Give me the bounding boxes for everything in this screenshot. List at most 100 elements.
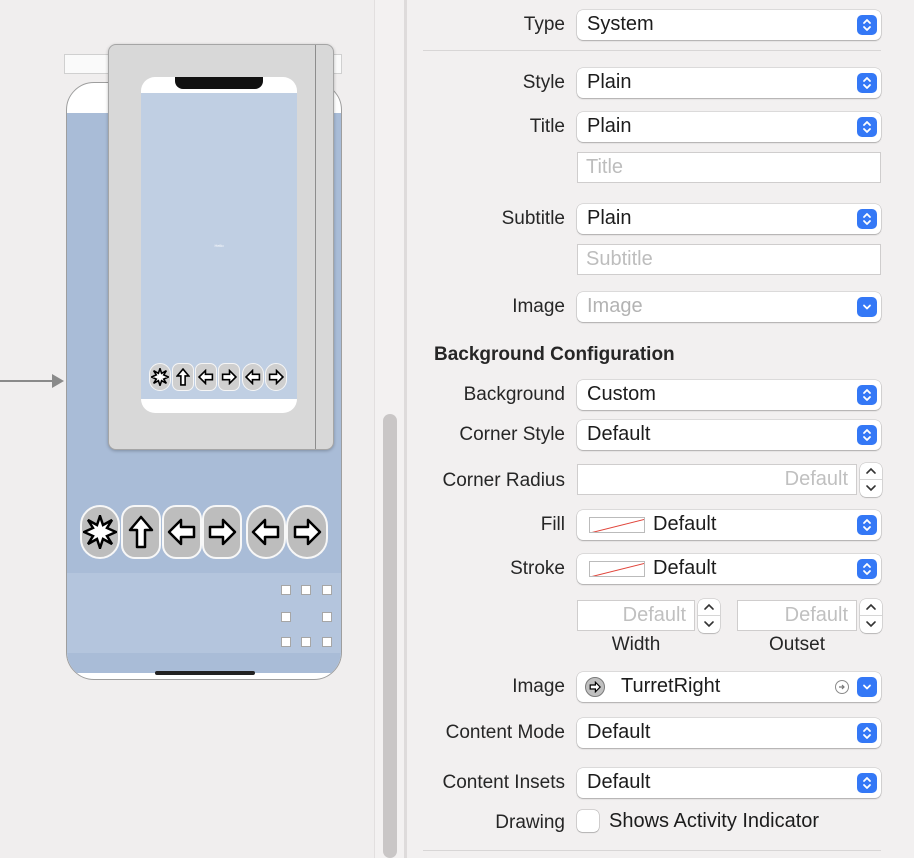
subtitle-input[interactable] xyxy=(578,245,880,274)
shows-activity-indicator-label[interactable]: Shows Activity Indicator xyxy=(609,810,819,833)
popup-arrows-icon xyxy=(857,209,877,229)
arrow-right-icon xyxy=(221,369,237,385)
arrow-left-icon xyxy=(198,369,214,385)
move-left-button[interactable] xyxy=(162,505,202,559)
turret-left-icon xyxy=(245,369,261,385)
type-label: Type xyxy=(523,14,565,35)
selection-handle[interactable] xyxy=(281,612,291,622)
chevron-up-icon[interactable] xyxy=(865,467,877,475)
fire-button[interactable] xyxy=(80,505,120,559)
turret-right-button[interactable] xyxy=(286,505,328,559)
popup-arrows-icon xyxy=(857,15,877,35)
popup-arrows-icon xyxy=(857,515,877,535)
style-label: Style xyxy=(522,72,565,93)
title-input[interactable] xyxy=(578,153,880,182)
type-popup[interactable]: System xyxy=(577,10,881,40)
stroke-width-input[interactable] xyxy=(578,601,694,630)
corner-radius-field[interactable] xyxy=(577,464,857,495)
content-mode-popup[interactable]: Default xyxy=(577,718,881,748)
background-popup[interactable]: Custom xyxy=(577,380,881,410)
corner-style-popup[interactable]: Default xyxy=(577,420,881,450)
move-right-button[interactable] xyxy=(202,505,242,559)
chevron-down-icon[interactable] xyxy=(703,620,715,628)
preview-turret-right-button xyxy=(265,363,287,391)
content-mode-label: Content Mode xyxy=(445,722,565,743)
corner-radius-stepper[interactable] xyxy=(860,463,882,497)
storyboard-canvas[interactable]: Hello xyxy=(0,0,407,858)
background-value: Custom xyxy=(587,383,656,405)
preview-up-button xyxy=(172,363,194,391)
preview-edge xyxy=(315,45,316,449)
content-insets-popup[interactable]: Default xyxy=(577,768,881,798)
chevron-down-icon[interactable] xyxy=(865,484,877,492)
stroke-color-popup[interactable]: Default xyxy=(577,554,881,584)
background-image-value: TurretRight xyxy=(621,675,721,697)
arrow-head-icon xyxy=(52,374,64,388)
stroke-outset-field[interactable] xyxy=(737,600,857,631)
selection-handle[interactable] xyxy=(301,637,311,647)
title-style-popup[interactable]: Plain xyxy=(577,112,881,142)
burst-icon xyxy=(151,368,169,386)
popup-arrows-icon xyxy=(857,773,877,793)
turret-left-icon xyxy=(251,518,280,546)
stroke-label: Stroke xyxy=(510,558,565,579)
selection-handle[interactable] xyxy=(281,637,291,647)
popup-arrows-icon xyxy=(857,425,877,445)
selection-handle[interactable] xyxy=(322,637,332,647)
preview-left-button xyxy=(195,363,217,391)
popup-arrows-icon xyxy=(857,723,877,743)
content-insets-label: Content Insets xyxy=(442,772,565,793)
chevron-down-icon[interactable] xyxy=(857,297,877,317)
style-popup[interactable]: Plain xyxy=(577,68,881,98)
content-insets-value: Default xyxy=(587,771,651,793)
attributes-inspector: Type System Style Plain Title Plain Subt… xyxy=(407,0,914,858)
popup-arrows-icon xyxy=(857,385,877,405)
canvas-scrollbar-thumb[interactable] xyxy=(383,414,397,858)
arrow-up-icon xyxy=(128,515,154,549)
stroke-outset-label: Outset xyxy=(769,634,825,655)
background-configuration-header: Background Configuration xyxy=(434,344,675,365)
turret-right-icon xyxy=(268,369,284,385)
drawing-label: Drawing xyxy=(495,812,565,833)
stroke-width-field[interactable] xyxy=(577,600,695,631)
subtitle-field[interactable] xyxy=(577,244,881,275)
content-mode-value: Default xyxy=(587,721,651,743)
subtitle-style-popup[interactable]: Plain xyxy=(577,204,881,234)
popup-arrows-icon xyxy=(857,559,877,579)
image-combo[interactable]: Image xyxy=(577,292,881,322)
stroke-outset-input[interactable] xyxy=(738,601,856,630)
chevron-down-icon[interactable] xyxy=(857,677,877,697)
selection-handle[interactable] xyxy=(301,585,311,595)
image-label: Image xyxy=(512,296,565,317)
turret-left-button[interactable] xyxy=(246,505,286,559)
popup-arrows-icon xyxy=(857,117,877,137)
corner-radius-label: Corner Radius xyxy=(442,470,566,491)
corner-radius-input[interactable] xyxy=(578,465,856,494)
fill-color-popup[interactable]: Default xyxy=(577,510,881,540)
chevron-up-icon[interactable] xyxy=(703,603,715,611)
style-value: Plain xyxy=(587,71,632,93)
initial-view-controller-arrow xyxy=(0,380,60,382)
move-up-button[interactable] xyxy=(121,505,161,559)
title-field[interactable] xyxy=(577,152,881,183)
chevron-up-icon[interactable] xyxy=(865,603,877,611)
background-image-combo[interactable]: TurretRight xyxy=(577,672,881,702)
home-indicator xyxy=(155,671,255,675)
selection-handle[interactable] xyxy=(281,585,291,595)
preview-label: Hello xyxy=(214,243,224,248)
turret-right-thumbnail-icon xyxy=(585,677,605,697)
preview-turret-left-button xyxy=(242,363,264,391)
chevron-down-icon[interactable] xyxy=(865,620,877,628)
shows-activity-indicator-checkbox[interactable] xyxy=(577,810,599,832)
separator xyxy=(423,50,881,51)
subtitle-style-value: Plain xyxy=(587,207,632,229)
selection-handle[interactable] xyxy=(322,612,332,622)
go-to-asset-icon[interactable] xyxy=(835,680,849,694)
arrow-up-icon xyxy=(176,368,190,386)
stroke-outset-stepper[interactable] xyxy=(860,599,882,633)
selection-handle[interactable] xyxy=(322,585,332,595)
image-placeholder: Image xyxy=(587,295,643,317)
fill-value: Default xyxy=(653,513,717,535)
stroke-width-stepper[interactable] xyxy=(698,599,720,633)
arrow-right-icon xyxy=(208,518,237,546)
